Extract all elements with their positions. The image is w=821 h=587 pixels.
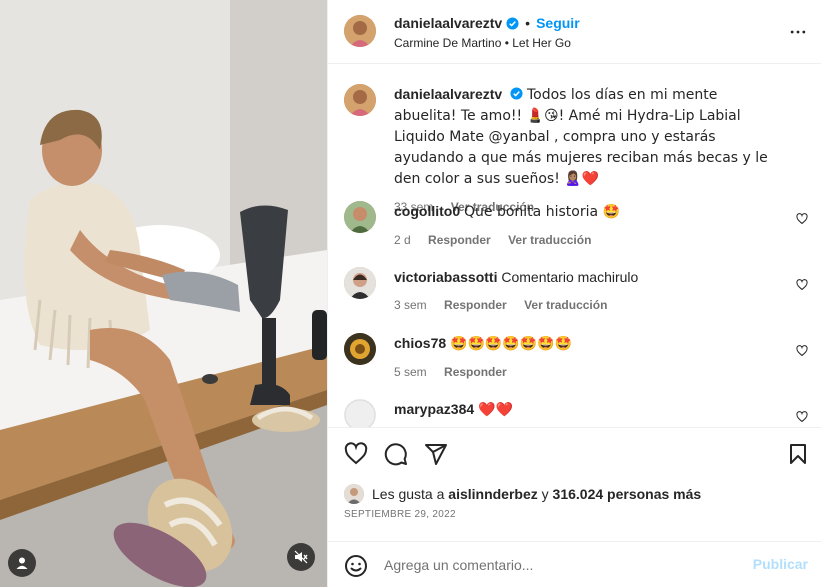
caption-text: Todos los días en mi mente abuelita! Te … <box>394 87 768 187</box>
comment-time: 3 sem <box>394 298 427 312</box>
heart-icon <box>344 442 368 465</box>
share-button[interactable] <box>424 442 448 466</box>
caption-username[interactable]: danielaalvareztv <box>394 86 502 102</box>
post-video-frame <box>0 0 327 587</box>
user-icon <box>16 557 28 569</box>
heart-icon[interactable] <box>796 345 808 357</box>
comment-input[interactable] <box>384 554 744 576</box>
heart-icon[interactable] <box>796 213 808 225</box>
likes-summary: Les gusta a aislinnderbez y 316.024 pers… <box>344 484 701 504</box>
likes-count[interactable]: 316.024 personas más <box>553 486 702 502</box>
comment-text: Que bonita historia 🤩 <box>464 204 620 220</box>
liked-by-username[interactable]: aislinnderbez <box>448 486 537 502</box>
heart-icon[interactable] <box>796 411 808 423</box>
comment-item: chios78 🤩🤩🤩🤩🤩🤩🤩 5 sem Responder <box>344 333 808 383</box>
add-comment-bar: Publicar <box>328 541 821 587</box>
mute-button[interactable] <box>287 543 315 571</box>
comments-list[interactable]: danielaalvareztv Todos los días en mi me… <box>328 65 821 427</box>
comment-username[interactable]: chios78 <box>394 335 446 351</box>
comment-time: 5 sem <box>394 365 427 379</box>
avatar[interactable] <box>344 84 376 116</box>
avatar[interactable] <box>344 267 376 299</box>
post-date[interactable]: SEPTIEMBRE 29, 2022 <box>344 509 456 520</box>
more-options-button[interactable] <box>786 20 810 44</box>
verified-badge-icon <box>506 16 519 30</box>
comment-button[interactable] <box>384 442 408 466</box>
post-actions: Les gusta a aislinnderbez y 316.024 pers… <box>328 427 821 587</box>
comment-time: 2 d <box>394 233 411 247</box>
avatar[interactable] <box>344 484 364 504</box>
likes-prefix: Les gusta a <box>372 486 445 502</box>
comment-text: Comentario machirulo <box>501 269 639 285</box>
comment-item: marypaz384 ❤️❤️ <box>344 399 808 427</box>
comment-item: cogollito0 Que bonita historia 🤩 2 d Res… <box>344 201 808 251</box>
comment-username[interactable]: marypaz384 <box>394 401 474 417</box>
share-icon <box>425 444 447 465</box>
comment-username[interactable]: victoriabassotti <box>394 269 497 285</box>
audio-track-link[interactable]: Carmine De Martino • Let Her Go <box>394 36 571 50</box>
avatar[interactable] <box>344 333 376 365</box>
caption: danielaalvareztv Todos los días en mi me… <box>344 84 808 214</box>
avatar[interactable] <box>344 201 376 233</box>
heart-icon[interactable] <box>796 279 808 291</box>
comment-item: victoriabassotti Comentario machirulo 3 … <box>344 267 808 317</box>
comment-username[interactable]: cogollito0 <box>394 203 460 219</box>
post-video[interactable] <box>0 0 327 587</box>
comment-text: 🤩🤩🤩🤩🤩🤩🤩 <box>450 336 573 352</box>
post-panel: danielaalvareztv • Seguir Carmine De Mar… <box>327 0 821 587</box>
follow-button[interactable]: Seguir <box>536 15 580 31</box>
more-options-icon <box>790 30 806 34</box>
verified-badge-icon <box>510 87 523 100</box>
separator-dot: • <box>525 15 531 31</box>
post-author-username[interactable]: danielaalvareztv <box>394 15 502 31</box>
avatar[interactable] <box>344 15 376 47</box>
muted-speaker-icon <box>294 550 308 564</box>
reply-button[interactable]: Responder <box>444 365 507 379</box>
post-header: danielaalvareztv • Seguir Carmine De Mar… <box>328 0 821 64</box>
comment-icon <box>384 443 407 466</box>
see-translation-button[interactable]: Ver traducción <box>508 233 591 247</box>
reply-button[interactable]: Responder <box>428 233 491 247</box>
see-translation-button[interactable]: Ver traducción <box>524 298 607 312</box>
save-button[interactable] <box>786 442 810 466</box>
comment-text: ❤️❤️ <box>478 402 513 418</box>
reply-button[interactable]: Responder <box>444 298 507 312</box>
publish-button[interactable]: Publicar <box>753 556 808 572</box>
tagged-user-button[interactable] <box>8 549 36 577</box>
smiley-icon[interactable] <box>344 554 368 578</box>
avatar[interactable] <box>344 399 376 427</box>
likes-conjunction: y <box>541 486 549 502</box>
bookmark-icon <box>790 444 806 464</box>
like-button[interactable] <box>344 442 368 466</box>
